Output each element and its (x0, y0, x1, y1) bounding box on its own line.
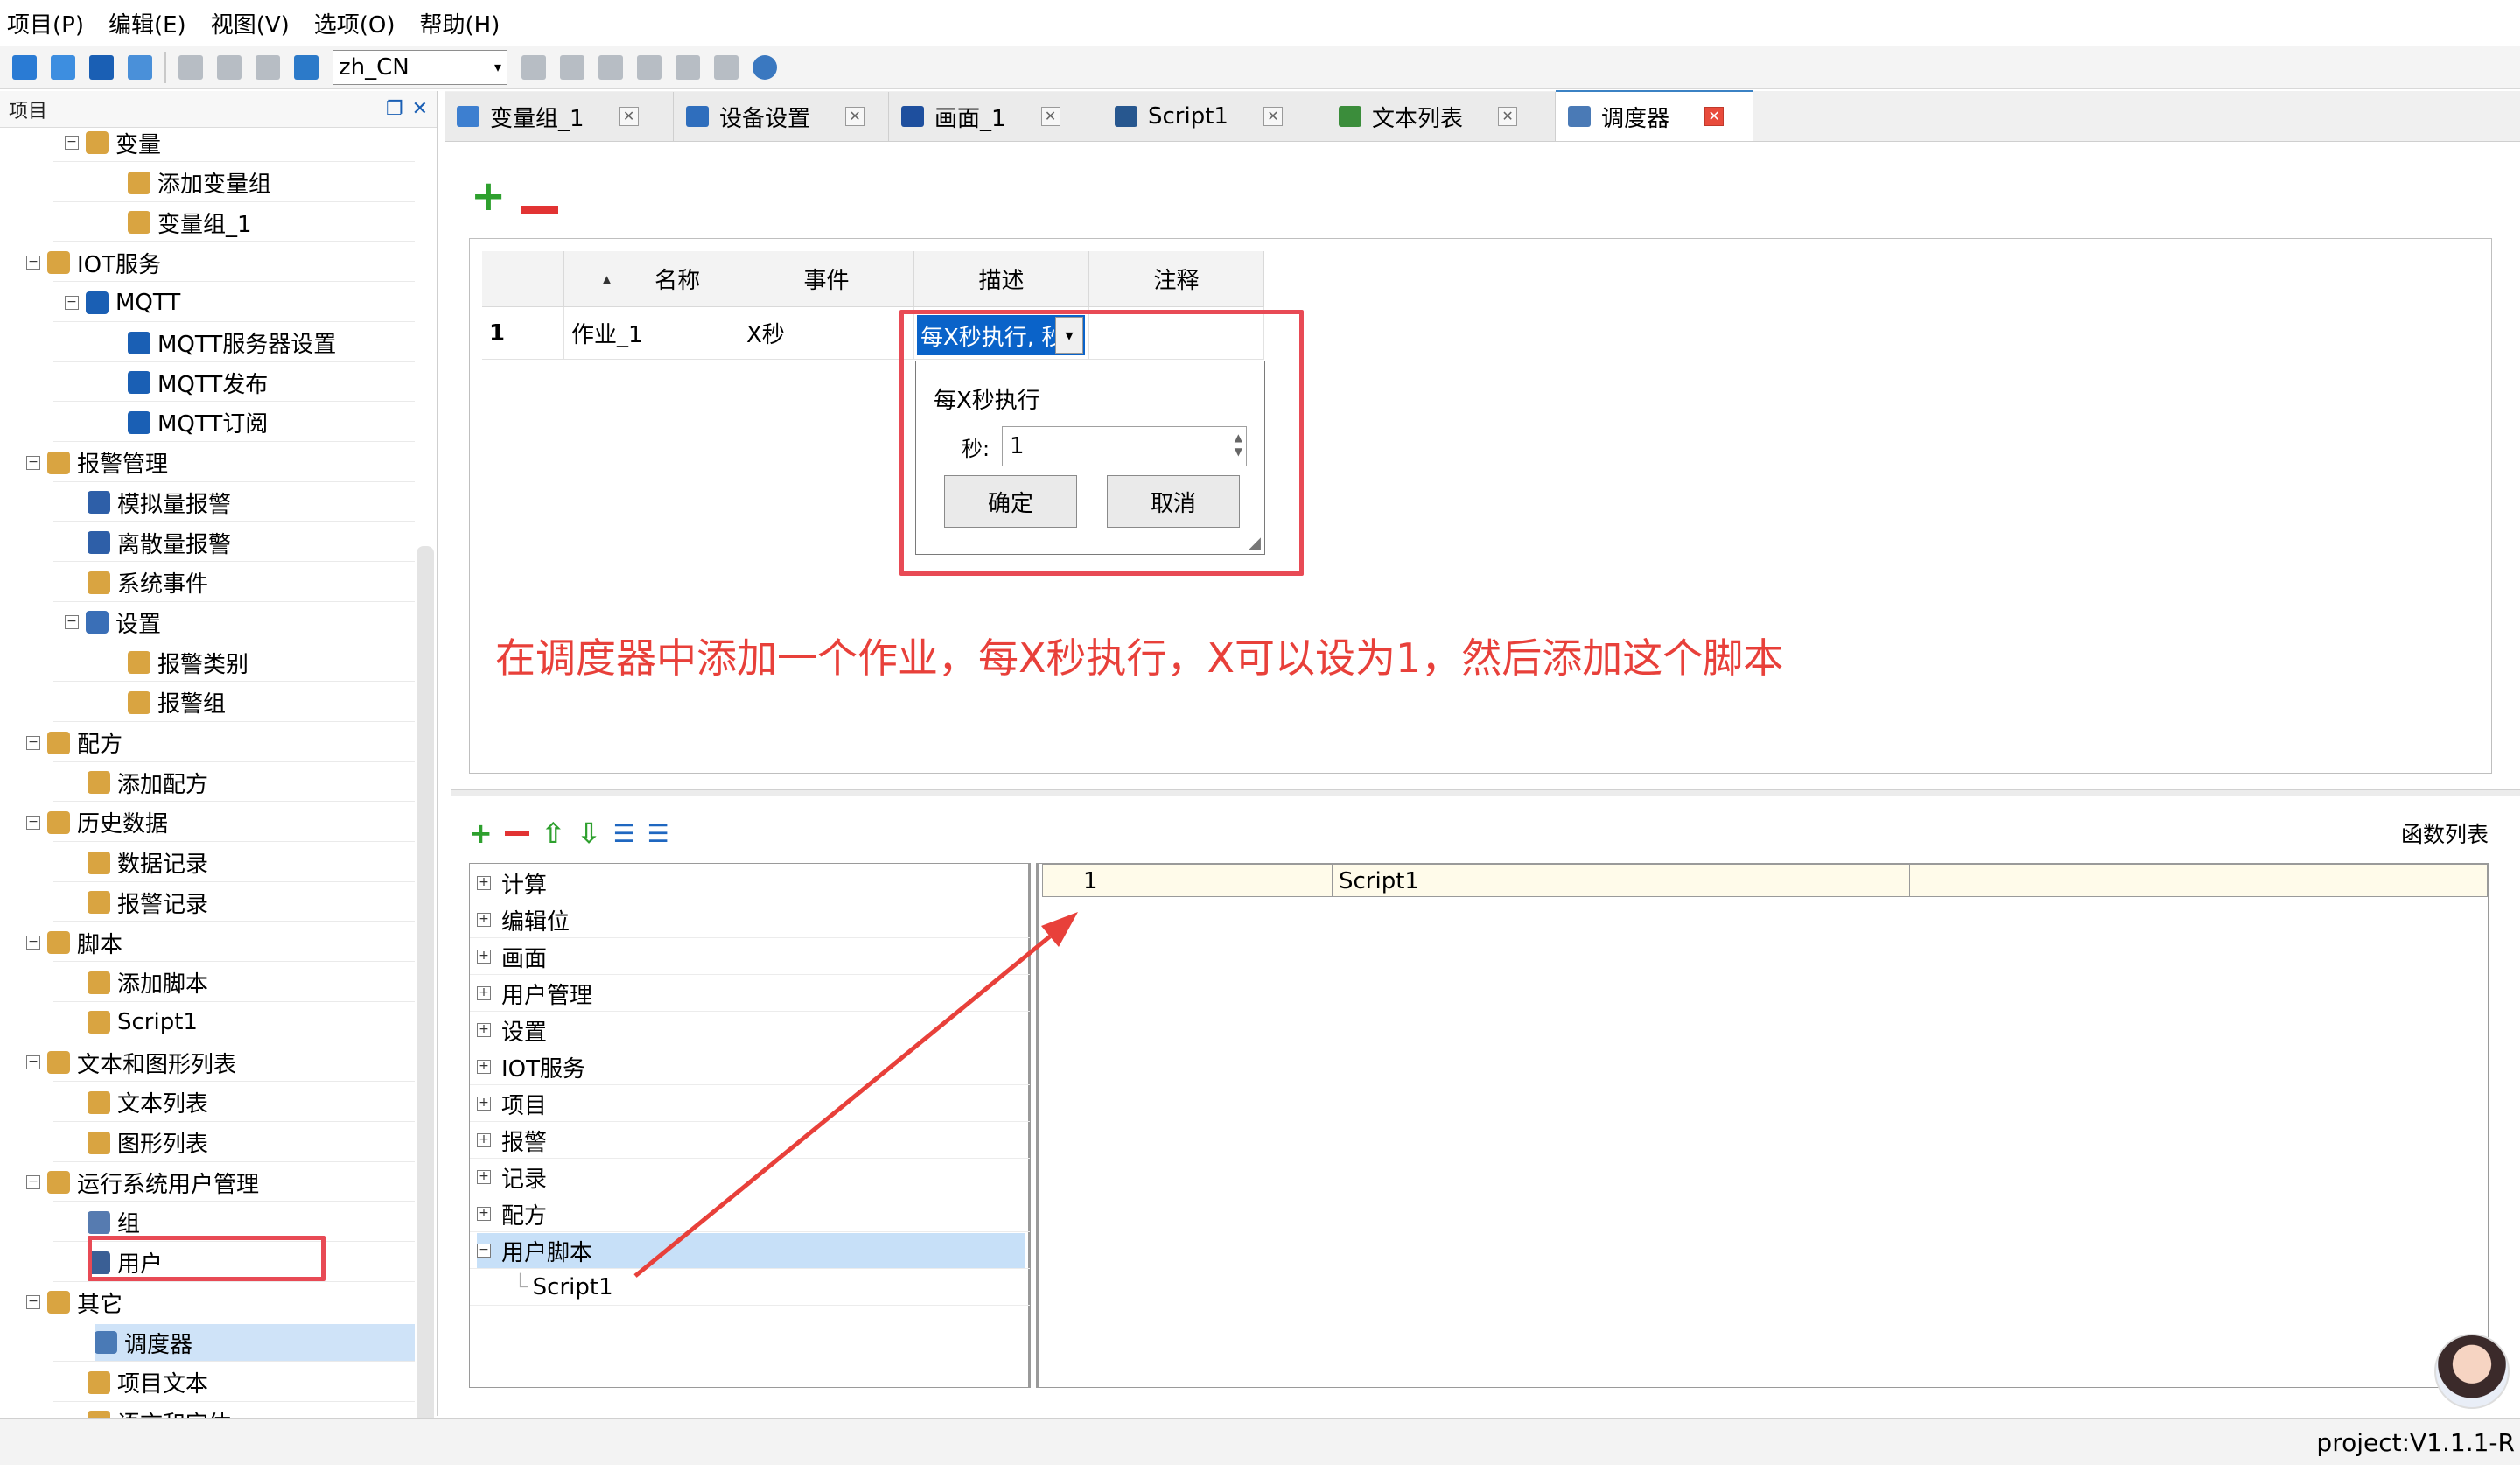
status-bar (0, 1418, 2520, 1465)
annotation-arrow (634, 912, 1078, 1278)
status-text: project:V1.1.1-R (2316, 1428, 2515, 1457)
assistant-avatar[interactable] (2434, 1334, 2510, 1409)
